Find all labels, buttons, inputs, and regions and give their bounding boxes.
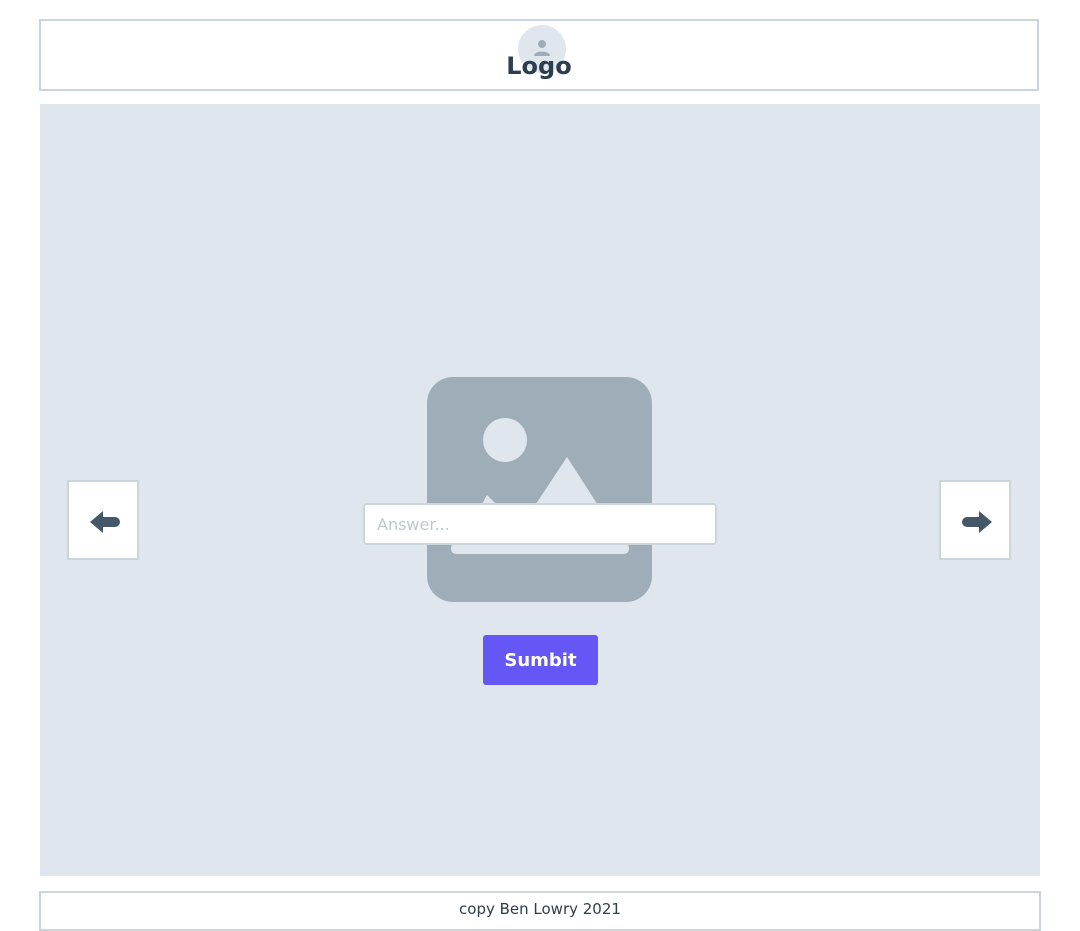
submit-button[interactable]: Sumbit <box>483 635 598 685</box>
answer-input[interactable] <box>363 503 717 545</box>
footer: copy Ben Lowry 2021 <box>39 891 1041 931</box>
next-button[interactable] <box>939 480 1011 560</box>
copyright-text: copy Ben Lowry 2021 <box>459 900 621 918</box>
image-placeholder-icon <box>427 377 652 602</box>
header: Logo <box>39 19 1039 91</box>
carousel-panel: Sumbit <box>40 104 1040 876</box>
previous-button[interactable] <box>67 480 139 560</box>
arrow-left-icon <box>90 511 120 533</box>
arrow-right-icon <box>962 511 992 533</box>
logo: Logo <box>506 52 572 80</box>
